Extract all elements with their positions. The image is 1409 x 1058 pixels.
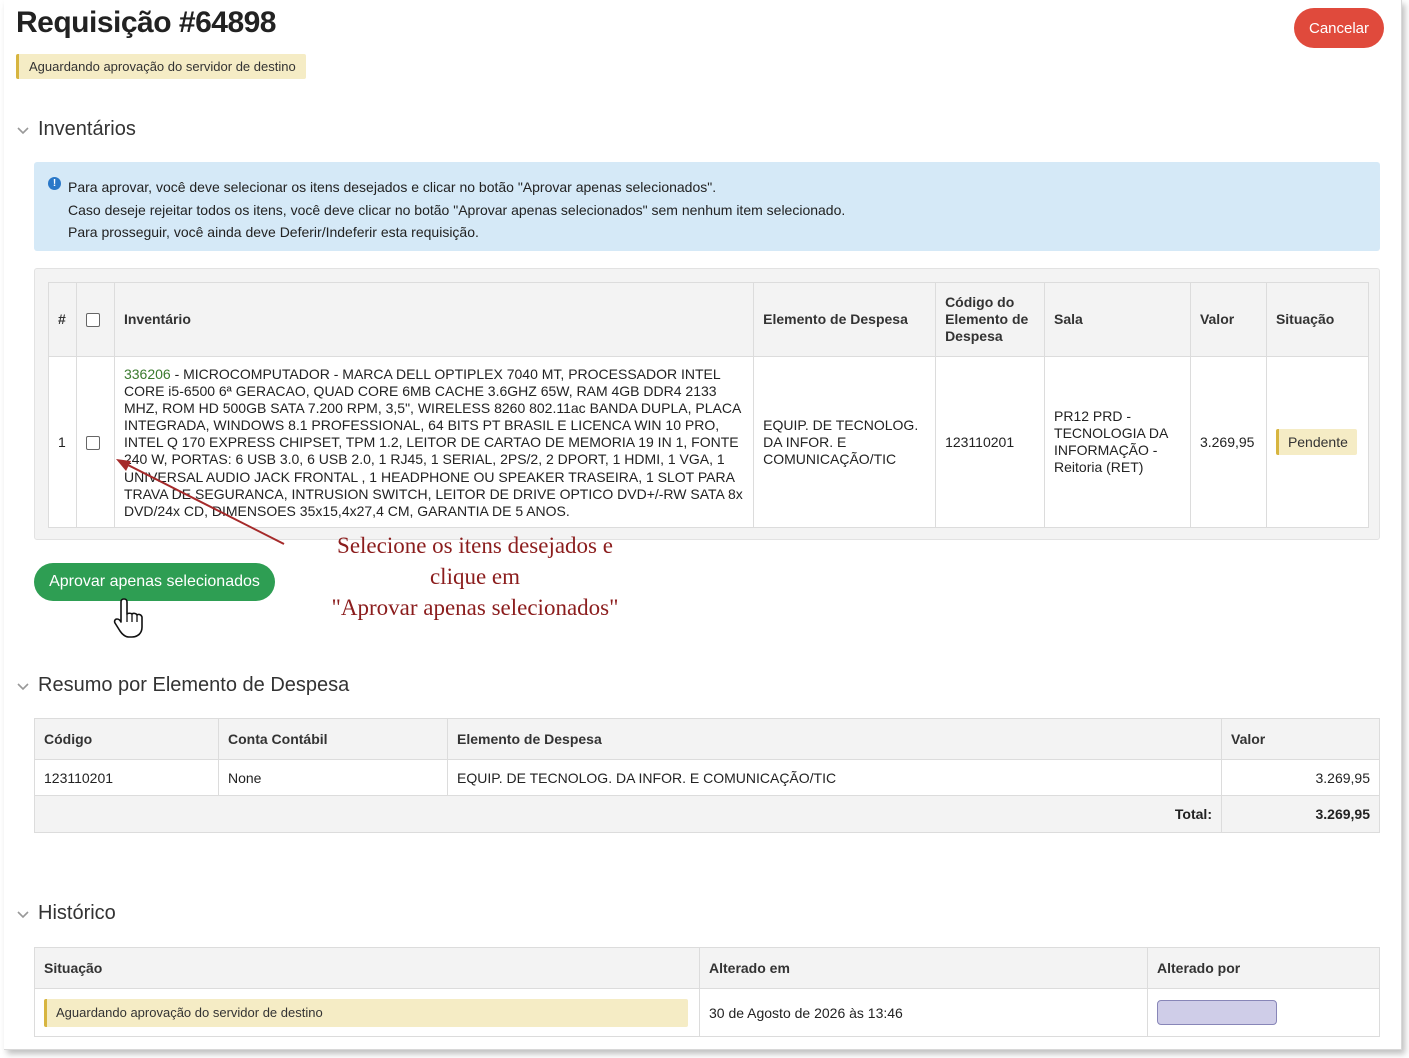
col-header-select	[75, 282, 115, 357]
elemento-cell: EQUIP. DE TECNOLOG. DA INFOR. E COMUNICA…	[447, 759, 1222, 796]
conta-cell: None	[218, 759, 448, 796]
table-row: 1 336206 - MICROCOMPUTADOR - MARCA DELL …	[48, 356, 1370, 528]
approve-selected-button[interactable]: Aprovar apenas selecionados	[34, 563, 275, 601]
annotation-line: Selecione os itens desejados e	[337, 533, 613, 558]
col-header-elemento: Elemento de Despesa	[447, 718, 1222, 760]
section-inventarios-toggle[interactable]: Inventários	[16, 118, 136, 141]
col-header-situacao: Situação	[34, 947, 700, 989]
chevron-down-icon	[16, 679, 30, 693]
situacao-cell: Aguardando aprovação do servidor de dest…	[34, 988, 700, 1037]
col-header-inventario: Inventário	[113, 282, 755, 357]
col-header-sala: Sala	[1044, 282, 1191, 357]
user-chip-redacted	[1157, 1000, 1277, 1025]
col-header-valor: Valor	[1221, 718, 1380, 760]
col-header-situacao: Situação	[1265, 282, 1370, 357]
info-icon: !	[48, 177, 61, 190]
info-line: Para prosseguir, você ainda deve Deferir…	[68, 224, 479, 240]
info-alert: ! Para aprovar, você deve selecionar os …	[34, 162, 1380, 251]
col-header-alterado-em: Alterado em	[699, 947, 1148, 989]
cancel-button[interactable]: Cancelar	[1294, 8, 1384, 48]
situacao-cell: Pendente	[1265, 356, 1370, 528]
col-header-valor: Valor	[1189, 282, 1267, 357]
col-header-conta: Conta Contábil	[218, 718, 448, 760]
section-resumo-toggle[interactable]: Resumo por Elemento de Despesa	[16, 674, 349, 697]
annotation-line: clique em	[429, 564, 521, 589]
inventory-panel: # Inventário Elemento de Despesa Código …	[34, 268, 1380, 540]
summary-table: Código Conta Contábil Elemento de Despes…	[34, 718, 1380, 833]
row-select-cell	[75, 356, 115, 528]
total-value: 3.269,95	[1221, 795, 1380, 833]
section-historico-toggle[interactable]: Histórico	[16, 902, 116, 925]
total-row: Total: 3.269,95	[34, 795, 1380, 833]
elemento-cell: EQUIP. DE TECNOLOG. DA INFOR. E COMUNICA…	[753, 356, 937, 528]
row-checkbox[interactable]	[85, 436, 100, 451]
col-header-elemento: Elemento de Despesa	[753, 282, 937, 357]
col-header-codigo: Código	[34, 718, 219, 760]
info-line: Caso deseje rejeitar todos os itens, voc…	[68, 201, 846, 218]
status-badge: Aguardando aprovação do servidor de dest…	[16, 54, 306, 79]
alterado-por-cell	[1147, 988, 1380, 1037]
valor-cell: 3.269,95	[1221, 759, 1380, 796]
col-header-num: #	[48, 282, 77, 357]
select-all-checkbox[interactable]	[85, 313, 100, 328]
page-title: Requisição #64898	[16, 6, 277, 39]
codigo-cell: 123110201	[34, 759, 219, 796]
valor-cell: 3.269,95	[1189, 356, 1267, 528]
table-row: Aguardando aprovação do servidor de dest…	[34, 988, 1380, 1037]
status-badge: Aguardando aprovação do servidor de dest…	[44, 998, 688, 1027]
annotation-text: Selecione os itens desejados e clique em…	[300, 530, 650, 623]
inventory-code-link[interactable]: 336206	[124, 366, 171, 382]
section-title: Histórico	[38, 902, 116, 924]
chevron-down-icon	[16, 907, 30, 921]
inventory-description: - MICROCOMPUTADOR - MARCA DELL OPTIPLEX …	[123, 366, 743, 519]
info-line: Para aprovar, você deve selecionar os it…	[68, 179, 717, 195]
annotation-line: "Aprovar apenas selecionados"	[331, 595, 619, 620]
hand-pointer-icon	[113, 598, 143, 638]
table-row: 123110201 None EQUIP. DE TECNOLOG. DA IN…	[34, 759, 1380, 796]
chevron-down-icon	[16, 123, 30, 137]
section-title: Resumo por Elemento de Despesa	[38, 674, 350, 696]
col-header-codigo: Código do Elemento de Despesa	[935, 282, 1046, 357]
section-title: Inventários	[38, 118, 136, 140]
codigo-cell: 123110201	[935, 356, 1046, 528]
history-table: Situação Alterado em Alterado por Aguard…	[34, 947, 1380, 1037]
col-header-alterado-por: Alterado por	[1147, 947, 1380, 989]
total-label: Total:	[34, 795, 1222, 833]
sala-cell: PR12 PRD - TECNOLOGIA DA INFORMAÇÃO - Re…	[1044, 356, 1191, 528]
inventory-description-cell: 336206 - MICROCOMPUTADOR - MARCA DELL OP…	[113, 356, 755, 528]
inventory-table: # Inventário Elemento de Despesa Código …	[48, 282, 1370, 528]
status-badge: Pendente	[1275, 429, 1357, 455]
row-number: 1	[48, 356, 77, 528]
alterado-em-cell: 30 de Agosto de 2026 às 13:46	[699, 988, 1148, 1037]
